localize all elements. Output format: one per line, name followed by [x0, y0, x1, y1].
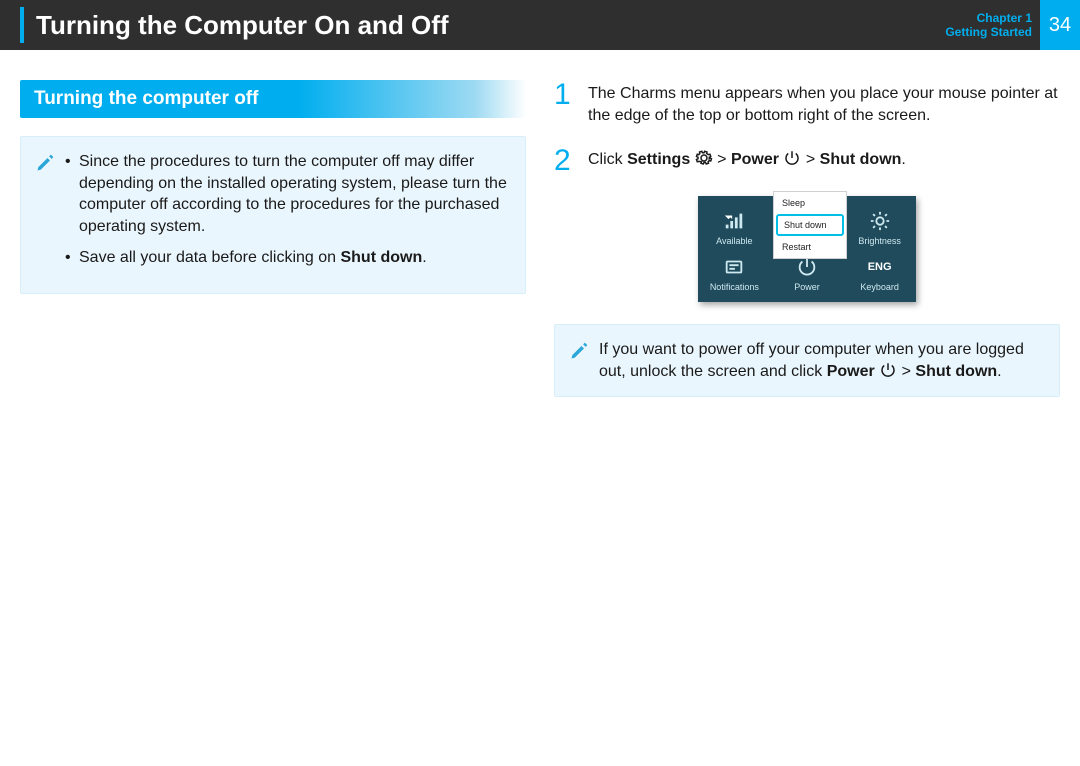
power-icon	[879, 361, 897, 379]
chapter-text: Chapter 1 Getting Started	[945, 11, 1032, 39]
gear-icon	[695, 149, 713, 167]
step-num-1: 1	[554, 80, 576, 126]
step-2: 2 Click Settings > Power > Shut down.	[554, 146, 1060, 176]
notifications-icon	[723, 256, 745, 278]
power-icon	[783, 149, 801, 167]
popup-shutdown: Shut down	[776, 214, 844, 236]
power-icon	[796, 256, 818, 278]
note-icon	[569, 341, 589, 361]
left-column: Turning the computer off Since the proce…	[20, 80, 526, 397]
step-2-text: Click Settings > Power > Shut down.	[588, 146, 906, 176]
note-icon	[35, 153, 55, 173]
eng-label: ENG	[868, 256, 892, 278]
charms-power: Power	[774, 256, 840, 292]
brightness-icon	[869, 210, 891, 232]
note-box-left: Since the procedures to turn the compute…	[20, 136, 526, 294]
page-number: 34	[1040, 0, 1080, 50]
popup-sleep: Sleep	[774, 192, 846, 214]
chapter-line1: Chapter 1	[945, 11, 1032, 25]
power-popup: Sleep Shut down Restart	[774, 192, 846, 258]
step-1-text: The Charms menu appears when you place y…	[588, 80, 1060, 126]
popup-restart: Restart	[774, 236, 846, 258]
charms-brightness: Brightness	[847, 210, 913, 246]
content: Turning the computer off Since the proce…	[0, 50, 1080, 417]
signal-icon	[723, 210, 745, 232]
step-1: 1 The Charms menu appears when you place…	[554, 80, 1060, 126]
page-title: Turning the Computer On and Off	[36, 10, 449, 41]
note-bullets: Since the procedures to turn the compute…	[65, 151, 509, 279]
bullet-1: Since the procedures to turn the compute…	[65, 151, 509, 237]
charms-row-2: Notifications Power ENG Keyboard	[698, 256, 916, 292]
title-rule	[20, 7, 24, 43]
charms-panel: Sleep Shut down Restart Available Bright…	[698, 196, 916, 302]
bullet-2: Save all your data before clicking on Sh…	[65, 247, 509, 269]
right-column: 1 The Charms menu appears when you place…	[554, 80, 1060, 397]
note-right-text: If you want to power off your computer w…	[599, 339, 1043, 382]
charms-illustration: Sleep Shut down Restart Available Bright…	[554, 196, 1060, 302]
page-title-wrap: Turning the Computer On and Off	[20, 7, 945, 43]
chapter-block: Chapter 1 Getting Started 34	[945, 0, 1080, 50]
charms-notifications: Notifications	[701, 256, 767, 292]
page-header: Turning the Computer On and Off Chapter …	[0, 0, 1080, 50]
note-box-right: If you want to power off your computer w…	[554, 324, 1060, 397]
chapter-line2: Getting Started	[945, 25, 1032, 39]
step-num-2: 2	[554, 146, 576, 176]
charms-available: Available	[701, 210, 767, 246]
charms-keyboard: ENG Keyboard	[847, 256, 913, 292]
sub-heading: Turning the computer off	[20, 80, 526, 118]
